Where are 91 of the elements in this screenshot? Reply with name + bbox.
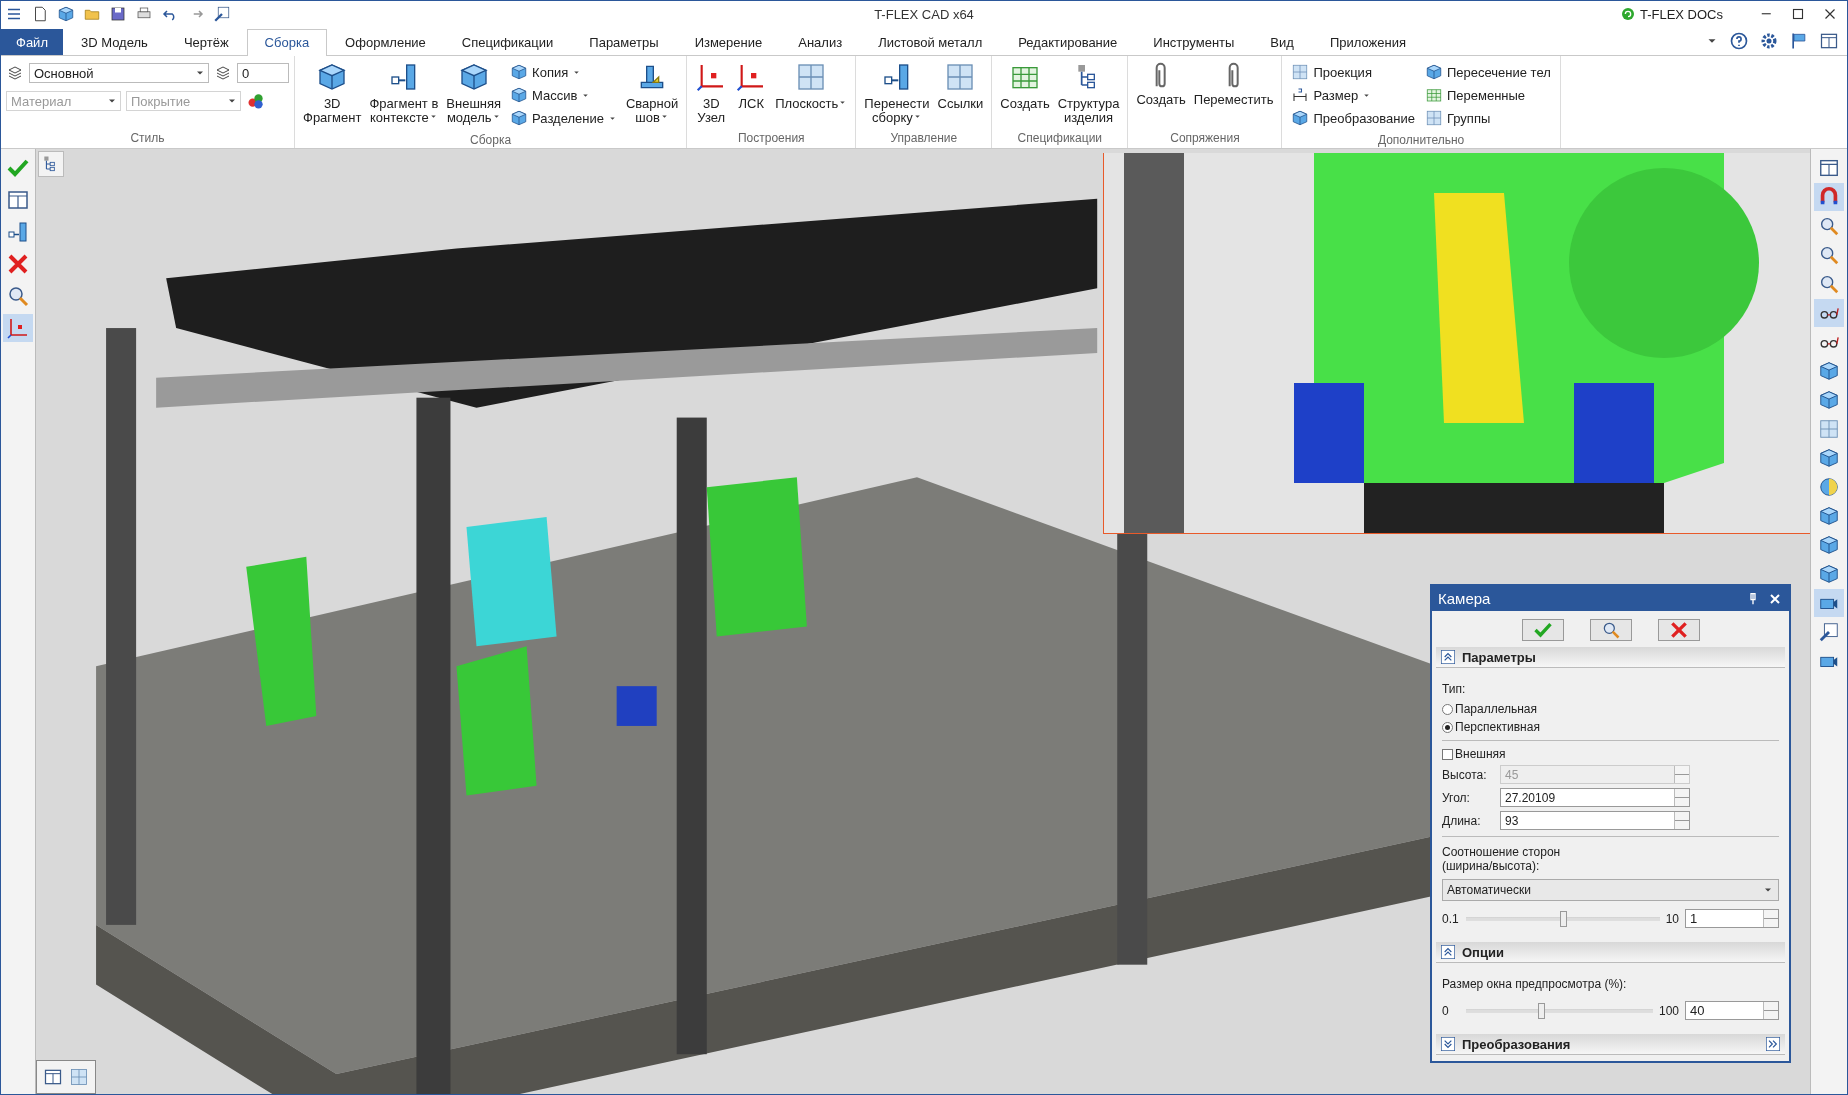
paperclip-icon — [1226, 61, 1241, 89]
cube-icon — [1818, 389, 1840, 411]
toolbar-button[interactable] — [57, 5, 75, 23]
group-label: Дополнительно — [1376, 132, 1466, 149]
ribbon-button[interactable]: Перенести сборку — [861, 59, 933, 127]
cube-icon — [1291, 109, 1310, 127]
ribbon-button[interactable]: 3D Узел — [692, 59, 731, 127]
ribbon-button[interactable]: Создать — [1133, 59, 1189, 109]
ribbon-tab[interactable]: Приложения — [1311, 29, 1424, 55]
grid-icon — [1291, 63, 1310, 81]
cube-icon — [57, 5, 75, 23]
cube-icon — [510, 63, 529, 81]
ribbon-button[interactable]: Ссылки — [934, 59, 987, 113]
ribbon-button[interactable]: Внешняя модель — [443, 59, 505, 127]
wrench-icon — [213, 5, 231, 23]
ribbon-tab[interactable]: Инструменты — [1135, 29, 1253, 55]
ribbon-tab[interactable]: Листовой металл — [860, 29, 1001, 55]
ribbon-tab[interactable]: Оформление — [327, 29, 444, 55]
ribbon-button[interactable]: Переместить — [1190, 59, 1277, 109]
toolbar-button[interactable] — [1814, 299, 1844, 327]
dimension-icon — [1291, 86, 1310, 104]
ribbon-tab[interactable]: Параметры — [571, 29, 677, 55]
grid-icon — [1424, 109, 1443, 127]
toolbar-button[interactable] — [1814, 183, 1844, 211]
docs-button[interactable]: T-FLEX DOCs — [1619, 6, 1723, 22]
ribbon-button[interactable]: Разделение — [510, 107, 617, 129]
cube-icon — [1818, 534, 1840, 556]
cube-icon — [510, 109, 529, 127]
cross-icon — [6, 252, 30, 276]
cube-icon — [1818, 360, 1840, 382]
table-icon — [1424, 86, 1443, 104]
magnifier-icon — [6, 284, 30, 308]
toolbar-button[interactable] — [109, 5, 127, 23]
group-label: Управление — [889, 130, 959, 147]
group-label: Спецификации — [1016, 130, 1104, 147]
minimize-icon — [1760, 13, 1772, 15]
ribbon-button[interactable]: Проекция — [1291, 61, 1415, 83]
ribbon-button[interactable]: Плоскость — [772, 59, 851, 113]
ribbon-tab[interactable]: Сборка — [246, 29, 328, 56]
toolbar-button[interactable] — [213, 5, 231, 23]
sphere-icon — [1818, 476, 1840, 498]
ribbon-button[interactable]: Фрагмент в контексте — [366, 59, 442, 127]
help-icon[interactable] — [1729, 31, 1749, 51]
window-title: T-FLEX CAD x64 — [874, 6, 974, 22]
save-icon — [109, 5, 127, 23]
paperclip-icon — [1154, 61, 1168, 89]
magnifier-icon — [1818, 244, 1840, 266]
magnifier-icon — [1818, 215, 1840, 237]
cube-icon — [1818, 563, 1840, 585]
ribbon-tab[interactable]: Вид — [1252, 29, 1312, 55]
ribbon-tab[interactable]: Чертёж — [165, 29, 247, 55]
layers-icon — [6, 64, 24, 82]
group-label: Стиль — [129, 130, 166, 147]
ribbon-tab[interactable]: Файл — [1, 29, 63, 55]
wrench-icon — [1818, 621, 1840, 643]
group-label: Сопряжения — [1169, 130, 1241, 147]
ribbon-tab[interactable]: Спецификации — [443, 29, 572, 55]
sync-icon — [1619, 6, 1636, 22]
ribbon-button[interactable]: Копия — [510, 61, 617, 83]
window-icon — [6, 188, 30, 212]
settings-icon[interactable] — [1759, 31, 1779, 51]
axes-icon — [6, 316, 30, 340]
ribbon-button[interactable]: Сварной шов — [622, 59, 682, 127]
cube-icon — [1818, 447, 1840, 469]
ribbon-button[interactable]: Переменные — [1424, 84, 1551, 106]
ribbon-tab[interactable]: Редактирование — [1000, 29, 1136, 55]
group-label: Сборка — [469, 132, 513, 149]
ribbon-button[interactable]: Преобразование — [1291, 107, 1415, 129]
ribbon-button[interactable]: Группы — [1424, 107, 1551, 129]
cube-icon — [1818, 505, 1840, 527]
ribbon-tab[interactable]: 3D Модель — [62, 29, 166, 55]
ribbon-button[interactable]: Пересечение тел — [1424, 61, 1551, 83]
ribbon-button[interactable]: Массив — [510, 84, 617, 106]
ribbon-button[interactable]: Размер — [1291, 84, 1415, 106]
cube-icon — [510, 86, 529, 104]
color-balls-icon[interactable] — [246, 91, 266, 111]
ribbon-button[interactable]: 3D Фрагмент — [300, 59, 365, 127]
window-icon[interactable] — [1819, 31, 1839, 51]
ribbon-tab[interactable]: Измерение — [676, 29, 781, 55]
ribbon-button[interactable]: ЛСК — [732, 59, 771, 113]
toolbar-button[interactable] — [1814, 589, 1844, 617]
ribbon-button[interactable]: Создать — [997, 59, 1053, 113]
ribbon-tab[interactable]: Анализ — [780, 29, 861, 55]
cube-icon — [1424, 63, 1443, 81]
grid-icon — [1818, 418, 1840, 440]
arrow-bar-icon — [6, 220, 30, 244]
window-icon — [1818, 157, 1840, 179]
layers-icon — [214, 64, 232, 82]
ribbon-button[interactable]: Структура изделия — [1054, 59, 1123, 127]
group-label: Построения — [736, 130, 806, 147]
magnifier-icon — [1818, 273, 1840, 295]
